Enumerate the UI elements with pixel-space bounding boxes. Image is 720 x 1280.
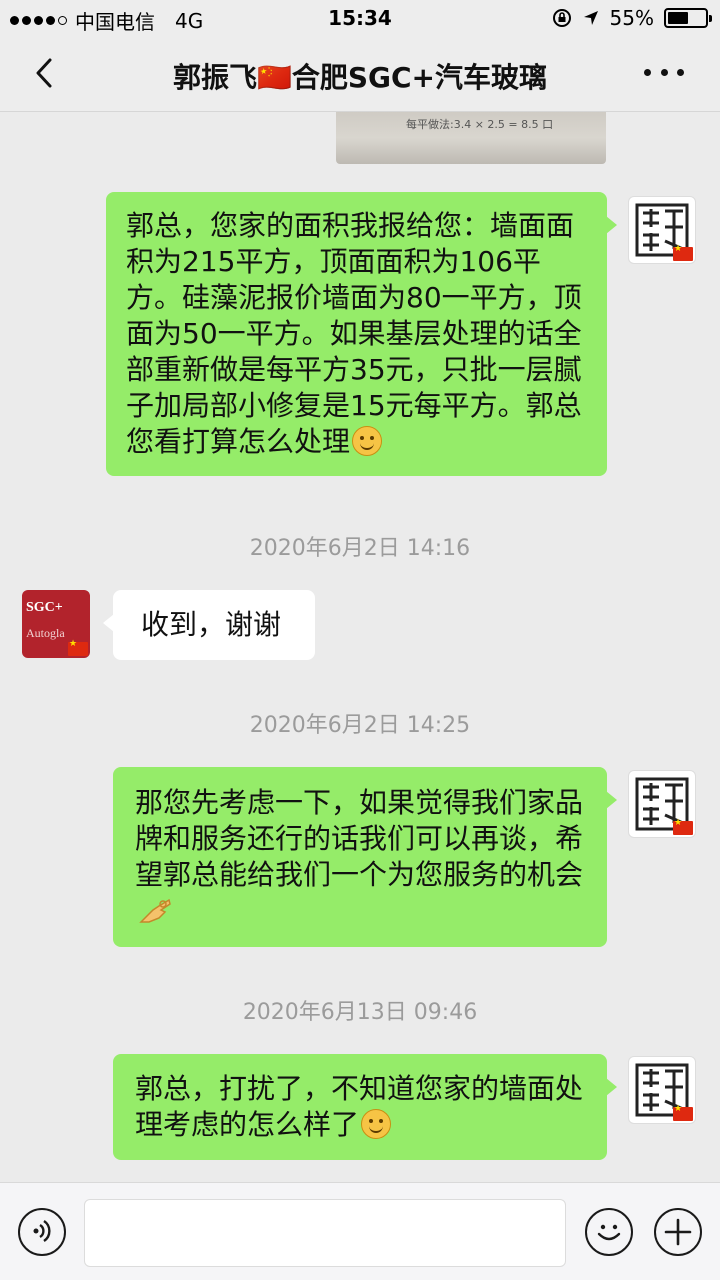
more-dot <box>677 68 684 76</box>
message-timestamp: 2020年6月2日 14:25 <box>249 713 471 738</box>
back-button[interactable] <box>28 56 62 90</box>
sent-message-bubble[interactable]: 郭总，打扰了，不知道您家的墙面处理考虑的怎么样了 <box>113 1054 617 1160</box>
avatar-brand-text: SGC+ <box>26 600 63 615</box>
image-handwriting: 每平做法:3.4 × 2.5 = 8.5 口 <box>406 118 554 131</box>
sent-message-bubble[interactable]: 那您先考虑一下，如果觉得我们家品牌和服务还行的话我们可以再谈，希望郭总能给我们一… <box>113 767 617 947</box>
chevron-left-icon <box>36 58 52 88</box>
message-input[interactable] <box>84 1199 566 1267</box>
more-dot <box>644 68 651 76</box>
message-timestamp: 2020年6月2日 14:16 <box>249 536 471 561</box>
more-options-button[interactable] <box>644 60 684 84</box>
smile-emoji-icon <box>352 426 383 456</box>
received-message-bubble[interactable]: 收到，谢谢 <box>103 590 315 660</box>
input-bar <box>0 1182 720 1280</box>
more-dot <box>660 68 668 76</box>
sent-message-bubble[interactable]: 郭总，您家的面积我报给您：墙面面积为215平方，顶面面积为106平方。硅藻泥报价… <box>106 192 617 476</box>
status-bar: 中国电信 4G 15:34 55% <box>0 0 720 36</box>
china-flag-icon <box>673 1104 693 1121</box>
rotation-lock-icon <box>552 9 571 27</box>
location-arrow-icon <box>583 11 598 25</box>
emoji-button[interactable] <box>585 1208 633 1256</box>
message-text: 那您先考虑一下，如果觉得我们家品牌和服务还行的话我们可以再谈，希望郭总能给我们一… <box>135 786 584 891</box>
image-message[interactable]: 每平做法:3.4 × 2.5 = 8.5 口 <box>336 112 606 164</box>
voice-icon <box>33 1220 51 1242</box>
smile-emoji-icon <box>361 1109 392 1139</box>
battery-percent: 55% <box>609 6 654 30</box>
self-avatar[interactable] <box>628 196 696 264</box>
status-right: 55% <box>552 6 712 30</box>
more-actions-button[interactable] <box>654 1208 702 1256</box>
message-text: 郭总，您家的面积我报给您：墙面面积为215平方，顶面面积为106平方。硅藻泥报价… <box>126 209 582 458</box>
emoji-face-icon <box>597 1224 621 1241</box>
self-avatar[interactable] <box>628 1056 696 1124</box>
avatar-brand-subtext: Autogla <box>26 626 65 640</box>
contact-avatar[interactable]: SGC+ Autogla <box>22 590 90 658</box>
chat-title: 郭振飞🇨🇳合肥SGC+汽车玻璃 <box>172 61 548 94</box>
ok-hand-emoji-icon <box>139 898 171 923</box>
plus-icon <box>664 1218 692 1246</box>
self-avatar[interactable] <box>628 770 696 838</box>
china-flag-icon <box>68 639 88 656</box>
chat-header: 郭振飞🇨🇳合肥SGC+汽车玻璃 <box>0 36 720 112</box>
message-text: 收到，谢谢 <box>141 608 282 641</box>
china-flag-icon <box>673 244 693 261</box>
message-text: 郭总，打扰了，不知道您家的墙面处理考虑的怎么样了 <box>135 1072 584 1141</box>
china-flag-icon <box>673 818 693 835</box>
message-timestamp: 2020年6月13日 09:46 <box>242 1000 478 1025</box>
message-list[interactable]: 每平做法:3.4 × 2.5 = 8.5 口 郭总，您家的面积我报给您：墙面面积… <box>0 112 720 1182</box>
battery-icon <box>664 8 712 28</box>
voice-toggle-button[interactable] <box>18 1208 66 1256</box>
